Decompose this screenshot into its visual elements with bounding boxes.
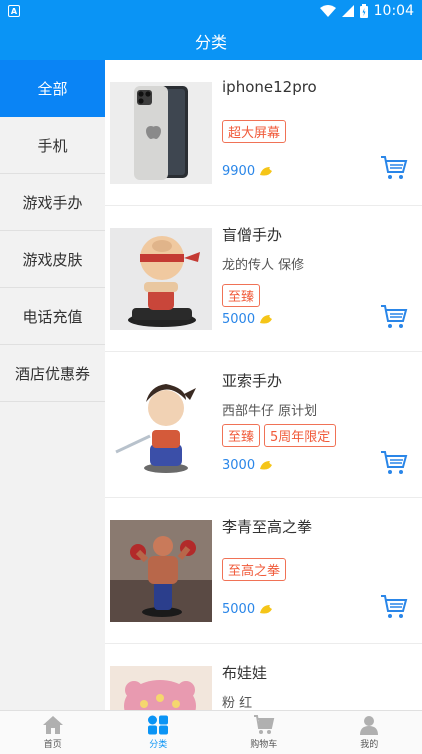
product-tag: 超大屏幕 xyxy=(222,120,287,143)
add-to-cart-icon[interactable] xyxy=(380,594,408,620)
product-card[interactable]: 布娃娃 粉 红 xyxy=(105,644,422,710)
product-tags: 至臻 5周年限定 xyxy=(222,424,337,447)
product-tag: 至臻 xyxy=(222,284,261,307)
category-sidebar: 全部 手机 游戏手办 游戏皮肤 电话充值 酒店优惠券 xyxy=(0,60,105,710)
price-row: 9900 xyxy=(222,164,273,179)
sidebar-item-game-figures[interactable]: 游戏手办 xyxy=(0,174,105,231)
coin-icon xyxy=(260,314,273,323)
tab-label: 分类 xyxy=(149,740,168,750)
add-to-cart-icon[interactable] xyxy=(380,155,408,181)
product-tag: 至高之拳 xyxy=(222,558,287,581)
coin-icon xyxy=(260,166,273,175)
battery-icon xyxy=(359,4,368,18)
status-bar: A 10:04 xyxy=(0,0,422,22)
add-to-cart-icon[interactable] xyxy=(380,304,408,330)
product-price: 9900 xyxy=(222,164,256,179)
tab-profile[interactable]: 我的 xyxy=(317,711,422,754)
product-image-figure[interactable] xyxy=(110,228,212,330)
product-list: iphone12pro 超大屏幕 9900 盲僧手办 龙的传人 保修 至臻 50… xyxy=(105,60,422,710)
cart-icon xyxy=(253,715,274,734)
product-price: 5000 xyxy=(222,312,256,327)
notification-icon: A xyxy=(8,5,20,17)
product-tag: 5周年限定 xyxy=(264,424,337,447)
sidebar-item-game-skins[interactable]: 游戏皮肤 xyxy=(0,231,105,288)
tab-label: 我的 xyxy=(360,740,379,750)
product-name: iphone12pro xyxy=(222,78,317,96)
product-image-iphone[interactable] xyxy=(110,82,212,184)
product-name: 亚索手办 xyxy=(222,372,283,390)
product-subtitle: 西部牛仔 原计划 xyxy=(222,404,318,419)
user-icon xyxy=(360,716,379,735)
product-subtitle: 龙的传人 保修 xyxy=(222,258,305,273)
sidebar-item-phone-recharge[interactable]: 电话充值 xyxy=(0,288,105,345)
bottom-tab-bar: 首页 分类 购物车 我的 xyxy=(0,710,422,754)
product-tags: 至高之拳 xyxy=(222,558,287,581)
status-indicators: 10:04 xyxy=(319,3,414,19)
product-tag: 至臻 xyxy=(222,424,261,447)
product-image-figure[interactable] xyxy=(110,374,212,476)
product-price: 5000 xyxy=(222,602,256,617)
sidebar-item-hotel-coupons[interactable]: 酒店优惠券 xyxy=(0,345,105,402)
sidebar-item-phones[interactable]: 手机 xyxy=(0,117,105,174)
tab-home[interactable]: 首页 xyxy=(0,711,106,754)
category-icon xyxy=(148,715,169,735)
product-tags: 超大屏幕 xyxy=(222,120,287,143)
product-subtitle: 粉 红 xyxy=(222,696,253,710)
tab-category[interactable]: 分类 xyxy=(106,711,212,754)
price-row: 3000 xyxy=(222,458,273,473)
product-name: 布娃娃 xyxy=(222,664,268,682)
product-card[interactable]: 盲僧手办 龙的传人 保修 至臻 5000 xyxy=(105,206,422,352)
tab-label: 首页 xyxy=(43,740,62,750)
product-name: 李青至高之拳 xyxy=(222,518,313,536)
coin-icon xyxy=(260,460,273,469)
product-card[interactable]: 亚索手办 西部牛仔 原计划 至臻 5周年限定 3000 xyxy=(105,352,422,498)
price-row: 5000 xyxy=(222,312,273,327)
product-price: 3000 xyxy=(222,458,256,473)
price-row: 5000 xyxy=(222,602,273,617)
product-card[interactable]: iphone12pro 超大屏幕 9900 xyxy=(105,60,422,206)
product-card[interactable]: 李青至高之拳 至高之拳 5000 xyxy=(105,498,422,644)
add-to-cart-icon[interactable] xyxy=(380,450,408,476)
wifi-icon xyxy=(319,5,336,17)
product-image-figure[interactable] xyxy=(110,520,212,622)
page-title: 分类 xyxy=(0,22,422,60)
status-time: 10:04 xyxy=(373,3,414,19)
tab-label: 购物车 xyxy=(250,740,278,750)
signal-icon xyxy=(341,5,354,17)
product-name: 盲僧手办 xyxy=(222,226,283,244)
coin-icon xyxy=(260,604,273,613)
tab-cart[interactable]: 购物车 xyxy=(211,711,317,754)
home-icon xyxy=(42,716,63,734)
product-image-doll[interactable] xyxy=(110,666,212,710)
sidebar-item-all[interactable]: 全部 xyxy=(0,60,105,117)
product-tags: 至臻 xyxy=(222,284,261,307)
